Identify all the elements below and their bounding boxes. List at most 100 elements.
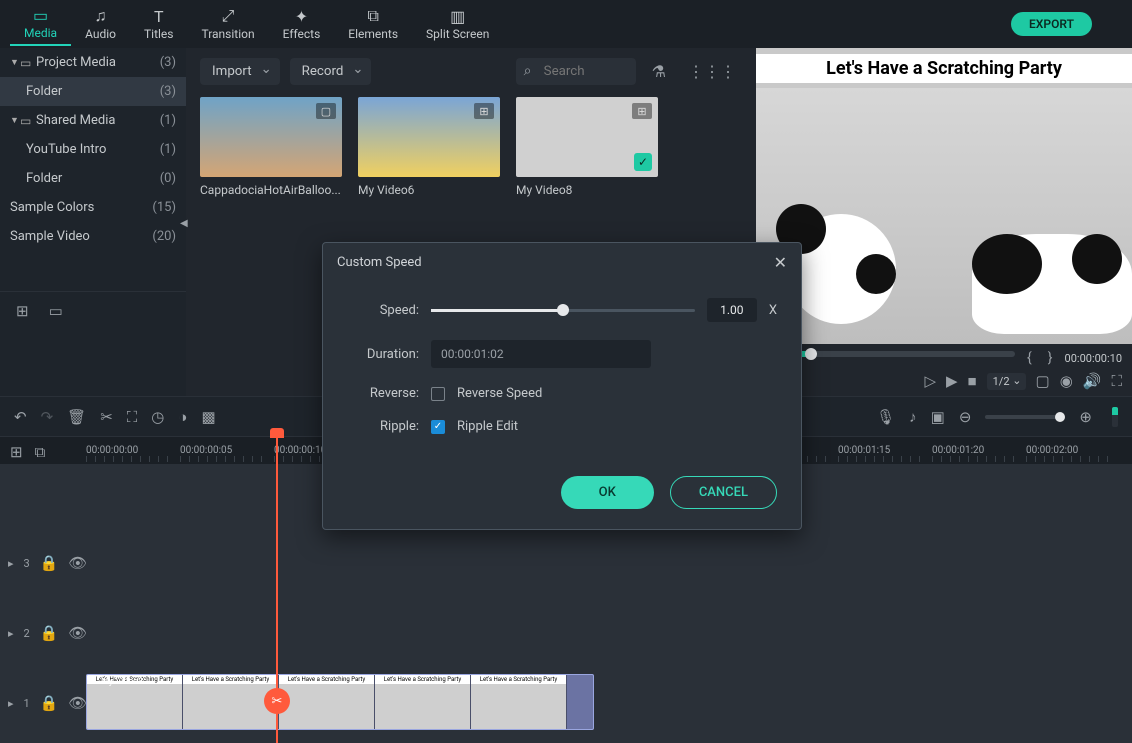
ok-button[interactable]: OK bbox=[561, 476, 654, 509]
zoom-out-icon[interactable]: ⊖ bbox=[959, 408, 972, 426]
mark-out-icon[interactable]: } bbox=[1044, 350, 1057, 366]
zoom-knob[interactable] bbox=[1055, 412, 1065, 422]
reverse-checkbox[interactable] bbox=[431, 387, 445, 401]
split-icon[interactable]: ✂ bbox=[100, 408, 113, 426]
media-sidebar: ▼▭Project Media(3) Folder(3) ▼▭Shared Me… bbox=[0, 48, 186, 396]
scissors-icon[interactable]: ✂ bbox=[264, 688, 290, 714]
marker-icon[interactable]: ▣ bbox=[931, 408, 945, 426]
sidebar-label: YouTube Intro bbox=[26, 142, 160, 157]
lock-icon[interactable]: 🔒 bbox=[40, 554, 59, 572]
sidebar-label: Shared Media bbox=[36, 113, 160, 128]
track-number: 2 bbox=[24, 627, 30, 640]
delete-icon[interactable]: 🗑 bbox=[67, 408, 86, 426]
sidebar-bottom: ⊞ ▭ bbox=[0, 291, 186, 330]
zoom-select[interactable]: 1/2 bbox=[987, 373, 1026, 390]
sidebar-project-media[interactable]: ▼▭Project Media(3) bbox=[0, 48, 186, 77]
cancel-button[interactable]: CANCEL bbox=[670, 476, 777, 509]
sidebar-count: (20) bbox=[152, 229, 176, 244]
filter-icon[interactable]: ⚗ bbox=[646, 58, 672, 85]
sidebar-folder[interactable]: Folder(3) bbox=[0, 77, 186, 106]
tab-effects[interactable]: ✦Effects bbox=[269, 3, 335, 45]
dialog-footer: OK CANCEL bbox=[323, 468, 801, 529]
sidebar-shared-media[interactable]: ▼▭Shared Media(1) bbox=[0, 106, 186, 135]
transition-icon: ⤢ bbox=[222, 7, 235, 25]
audio-mixer-icon[interactable]: ♪ bbox=[909, 408, 917, 426]
playhead[interactable]: ✂ bbox=[276, 436, 278, 743]
export-button[interactable]: EXPORT bbox=[1011, 12, 1092, 36]
image-type-icon: ▢ bbox=[316, 103, 336, 119]
speed-value-input[interactable] bbox=[707, 298, 757, 322]
tab-media[interactable]: ▭Media bbox=[10, 2, 71, 46]
sidebar-folder2[interactable]: Folder(0) bbox=[0, 164, 186, 193]
speed-unit: X bbox=[769, 303, 777, 318]
scrub-bar[interactable] bbox=[766, 351, 1015, 357]
custom-speed-dialog: Custom Speed ✕ Speed: X Duration: Revers… bbox=[322, 242, 802, 530]
play-icon[interactable]: ▶ bbox=[946, 372, 958, 390]
media-thumb[interactable]: ⊞ My Video6 bbox=[358, 97, 500, 197]
grid-icon[interactable]: ⋮⋮⋮ bbox=[682, 58, 742, 85]
volume-icon[interactable]: 🔊 bbox=[1083, 372, 1102, 390]
tab-transition[interactable]: ⤢Transition bbox=[187, 3, 268, 45]
folder-icon: ▭ bbox=[20, 114, 36, 128]
preview-controls: { } 00:00:00:10 ▷ ▶ ■ 1/2 ▢ ◉ 🔊 ⛶ bbox=[756, 344, 1132, 396]
voiceover-icon[interactable]: 🎙 bbox=[876, 408, 895, 426]
color-icon[interactable]: ◑ bbox=[178, 408, 187, 426]
zoom-slider[interactable] bbox=[985, 415, 1065, 419]
tab-titles[interactable]: TTitles bbox=[130, 3, 187, 45]
add-track-icon[interactable]: ⊞ bbox=[10, 443, 23, 461]
close-icon[interactable]: ✕ bbox=[774, 253, 787, 272]
crop-icon[interactable]: ⛶ bbox=[127, 408, 138, 426]
speed-icon[interactable]: ◷ bbox=[151, 408, 164, 426]
ripple-checkbox-label: Ripple Edit bbox=[457, 419, 518, 434]
ripple-label: Ripple: bbox=[347, 419, 419, 434]
collapse-icon[interactable]: ◀ bbox=[180, 218, 188, 229]
lock-icon[interactable]: 🔒 bbox=[40, 624, 59, 642]
thumb-label: My Video6 bbox=[358, 183, 500, 197]
scrub-knob[interactable] bbox=[805, 348, 817, 360]
video-clip[interactable]: ▶ My Video8 Let's Have a Scratching Part… bbox=[86, 674, 594, 730]
eye-icon[interactable]: 👁 bbox=[68, 624, 87, 642]
search-wrap bbox=[516, 58, 636, 85]
import-dropdown[interactable]: Import bbox=[200, 58, 280, 85]
track-head-2: ▸2🔒👁 bbox=[0, 624, 86, 642]
eye-icon[interactable]: 👁 bbox=[68, 694, 87, 712]
media-thumb[interactable]: ⊞ ✓ My Video8 bbox=[516, 97, 658, 197]
fullscreen-icon[interactable]: ⛶ bbox=[1111, 372, 1122, 390]
lock-icon[interactable]: 🔒 bbox=[40, 694, 59, 712]
slider-knob[interactable] bbox=[557, 304, 569, 316]
preview-canvas[interactable]: Let's Have a Scratching Party bbox=[756, 48, 1132, 344]
track-1[interactable]: ▶ My Video8 Let's Have a Scratching Part… bbox=[86, 674, 1132, 730]
frame-title: Let's Have a Scratching Party bbox=[471, 675, 566, 684]
snapshot-icon[interactable]: ◉ bbox=[1060, 372, 1073, 390]
eye-icon[interactable]: 👁 bbox=[68, 554, 87, 572]
stop-icon[interactable]: ■ bbox=[968, 372, 977, 390]
dialog-header: Custom Speed ✕ bbox=[323, 243, 801, 282]
media-thumb[interactable]: ▢ CappadociaHotAirBalloo... bbox=[200, 97, 342, 197]
sidebar-sample-colors[interactable]: Sample Colors(15) bbox=[0, 193, 186, 222]
duration-input[interactable] bbox=[431, 340, 651, 368]
greenscreen-icon[interactable]: ▩ bbox=[201, 408, 215, 426]
elements-icon: ⧉ bbox=[367, 7, 378, 25]
record-dropdown[interactable]: Record bbox=[290, 58, 372, 85]
sidebar-sample-video[interactable]: Sample Video(20) bbox=[0, 222, 186, 251]
tab-elements[interactable]: ⧉ Elements bbox=[334, 3, 412, 45]
tab-splitscreen[interactable]: ▥Split Screen bbox=[412, 3, 503, 45]
prev-frame-icon[interactable]: ▷ bbox=[924, 372, 936, 390]
mark-in-icon[interactable]: { bbox=[1023, 350, 1036, 366]
tab-audio[interactable]: ♫Audio bbox=[71, 3, 130, 45]
zoom-in-icon[interactable]: ⊕ bbox=[1079, 408, 1092, 426]
undo-icon[interactable]: ↶ bbox=[14, 408, 27, 426]
tab-label: Elements bbox=[348, 27, 398, 41]
thumb-label: My Video8 bbox=[516, 183, 658, 197]
link-icon[interactable]: ⧉ bbox=[35, 443, 46, 461]
folder-icon[interactable]: ▭ bbox=[49, 302, 63, 320]
add-folder-icon[interactable]: ⊞ bbox=[16, 302, 29, 320]
redo-icon[interactable]: ↷ bbox=[41, 408, 54, 426]
ripple-checkbox[interactable]: ✓ bbox=[431, 420, 445, 434]
search-input[interactable] bbox=[516, 58, 636, 85]
track-head-3: ▸3🔒👁 bbox=[0, 554, 86, 572]
speed-slider[interactable] bbox=[431, 309, 695, 312]
sidebar-youtube[interactable]: YouTube Intro(1) bbox=[0, 135, 186, 164]
sidebar-label: Sample Colors bbox=[10, 200, 152, 215]
display-icon[interactable]: ▢ bbox=[1036, 372, 1050, 390]
